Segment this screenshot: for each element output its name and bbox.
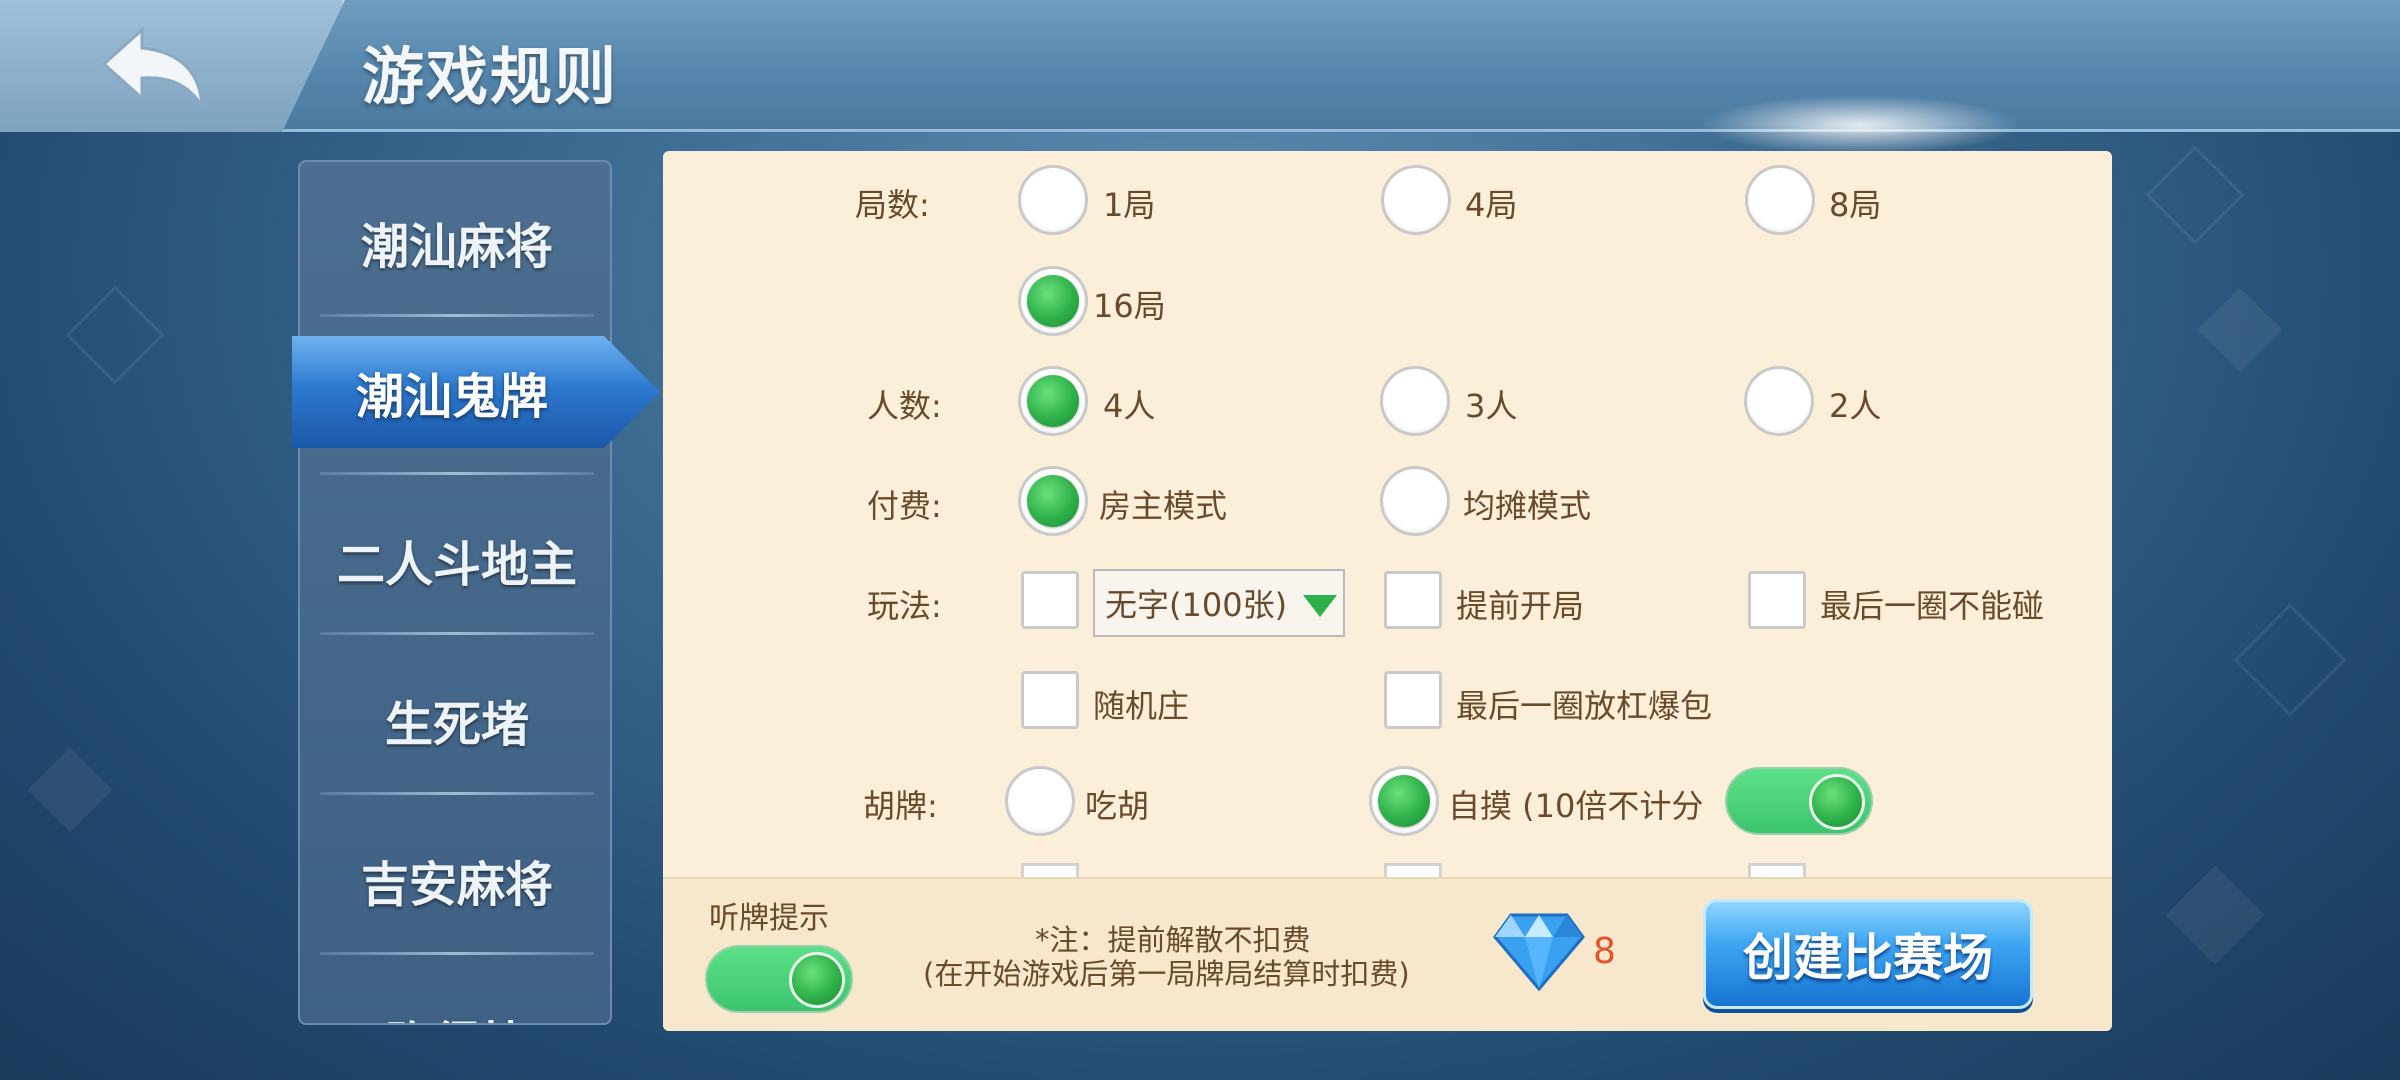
tingpai-hint-toggle[interactable] [705,945,853,1013]
diamond-icon [1493,913,1585,991]
back-arrow-icon [101,26,204,107]
early-start-checkbox[interactable] [1384,571,1442,629]
players-3-label: 3人 [1465,387,1518,425]
tingpai-hint-label: 听牌提示 [709,901,829,936]
diamond-count: 8 [1593,931,1616,972]
bottom-bar: 听牌提示 *注：提前解散不扣费 (在开始游戏后第一局牌局结算时扣费) 8 创建比… [663,877,2112,1031]
tile-set-value: 无字(100张) [1105,586,1288,624]
sidebar-item-chaoshan-guipai[interactable]: 潮汕鬼牌 [292,336,660,448]
sidebar-divider [320,952,594,955]
create-match-button[interactable]: 创建比赛场 [1703,899,2033,1009]
toggle-knob [789,952,845,1008]
sidebar-divider [320,314,594,317]
rounds-8-radio[interactable] [1745,165,1815,235]
random-dealer-checkbox[interactable] [1021,671,1079,729]
last-round-no-pong-checkbox[interactable] [1748,571,1806,629]
top-header [0,0,2400,155]
players-2-radio[interactable] [1744,366,1814,436]
hu-zimo-label: 自摸 (10倍不计分 [1448,787,1704,825]
rounds-8-label: 8局 [1829,186,1882,224]
game-sidebar: 潮汕麻将 二人斗地主 生死堵 吉安麻将 跑得快 [298,160,612,1025]
players-4-radio[interactable] [1018,366,1088,436]
background-decoration [2165,865,2265,965]
page-title: 游戏规则 [362,40,619,113]
background-decoration [65,285,165,385]
sidebar-item-paodekuai[interactable]: 跑得快 [300,960,610,1023]
early-start-label: 提前开局 [1456,587,1585,625]
hu-chi-label: 吃胡 [1085,787,1150,825]
hu-chi-radio[interactable] [1005,766,1075,836]
payment-owner-label: 房主模式 [1099,487,1228,525]
rounds-16-radio[interactable] [1018,266,1088,336]
header-glow [1700,95,2020,155]
last-round-kong-burst-label: 最后一圈放杠爆包 [1456,687,1713,725]
sidebar-divider [320,632,594,635]
payment-split-radio[interactable] [1380,466,1450,536]
partial-checkbox [1021,863,1079,877]
background-decoration [2145,145,2245,245]
partial-checkbox [1748,863,1806,877]
last-round-kong-burst-checkbox[interactable] [1384,671,1442,729]
rules-panel: 局数: 1局 4局 8局 16局 人数: 4人 3人 2人 付费: 房主模式 均… [663,151,2112,1031]
background-decoration [2197,287,2283,373]
dropdown-arrow-icon [1303,595,1337,617]
payment-owner-radio[interactable] [1018,466,1088,536]
toggle-knob [1809,774,1865,830]
last-round-no-pong-label: 最后一圈不能碰 [1820,587,2045,625]
play-no-char-checkbox[interactable] [1021,571,1079,629]
sidebar-item-jian-mahjong[interactable]: 吉安麻将 [300,800,610,960]
hu-zimo-radio[interactable] [1369,766,1439,836]
players-3-radio[interactable] [1380,366,1450,436]
rounds-label: 局数: [855,186,930,224]
payment-split-label: 均摊模式 [1463,487,1592,525]
tile-set-dropdown[interactable]: 无字(100张) [1093,569,1345,637]
sidebar-divider [320,472,594,475]
players-label: 人数: [867,387,942,425]
hu-label: 胡牌: [863,787,938,825]
players-4-label: 4人 [1103,387,1156,425]
players-2-label: 2人 [1829,387,1882,425]
rounds-1-radio[interactable] [1018,165,1088,235]
back-button[interactable] [98,24,210,110]
rounds-4-label: 4局 [1465,186,1518,224]
play-label: 玩法: [867,587,942,625]
rounds-1-label: 1局 [1103,186,1156,224]
hu-zimo-toggle[interactable] [1725,767,1873,835]
partial-checkbox [1384,863,1442,877]
payment-label: 付费: [867,487,942,525]
random-dealer-label: 随机庄 [1093,687,1190,725]
background-decoration [27,747,113,833]
note-line-2: (在开始游戏后第一局牌局结算时扣费) [923,957,1410,991]
rounds-4-radio[interactable] [1381,165,1451,235]
sidebar-divider [320,792,594,795]
background-decoration [2233,603,2347,717]
rounds-16-label: 16局 [1093,287,1166,325]
sidebar-item-chaoshan-mahjong[interactable]: 潮汕麻将 [300,162,610,322]
sidebar-item-two-player-doudizhu[interactable]: 二人斗地主 [300,480,610,640]
sidebar-item-shengsidu[interactable]: 生死堵 [300,640,610,800]
